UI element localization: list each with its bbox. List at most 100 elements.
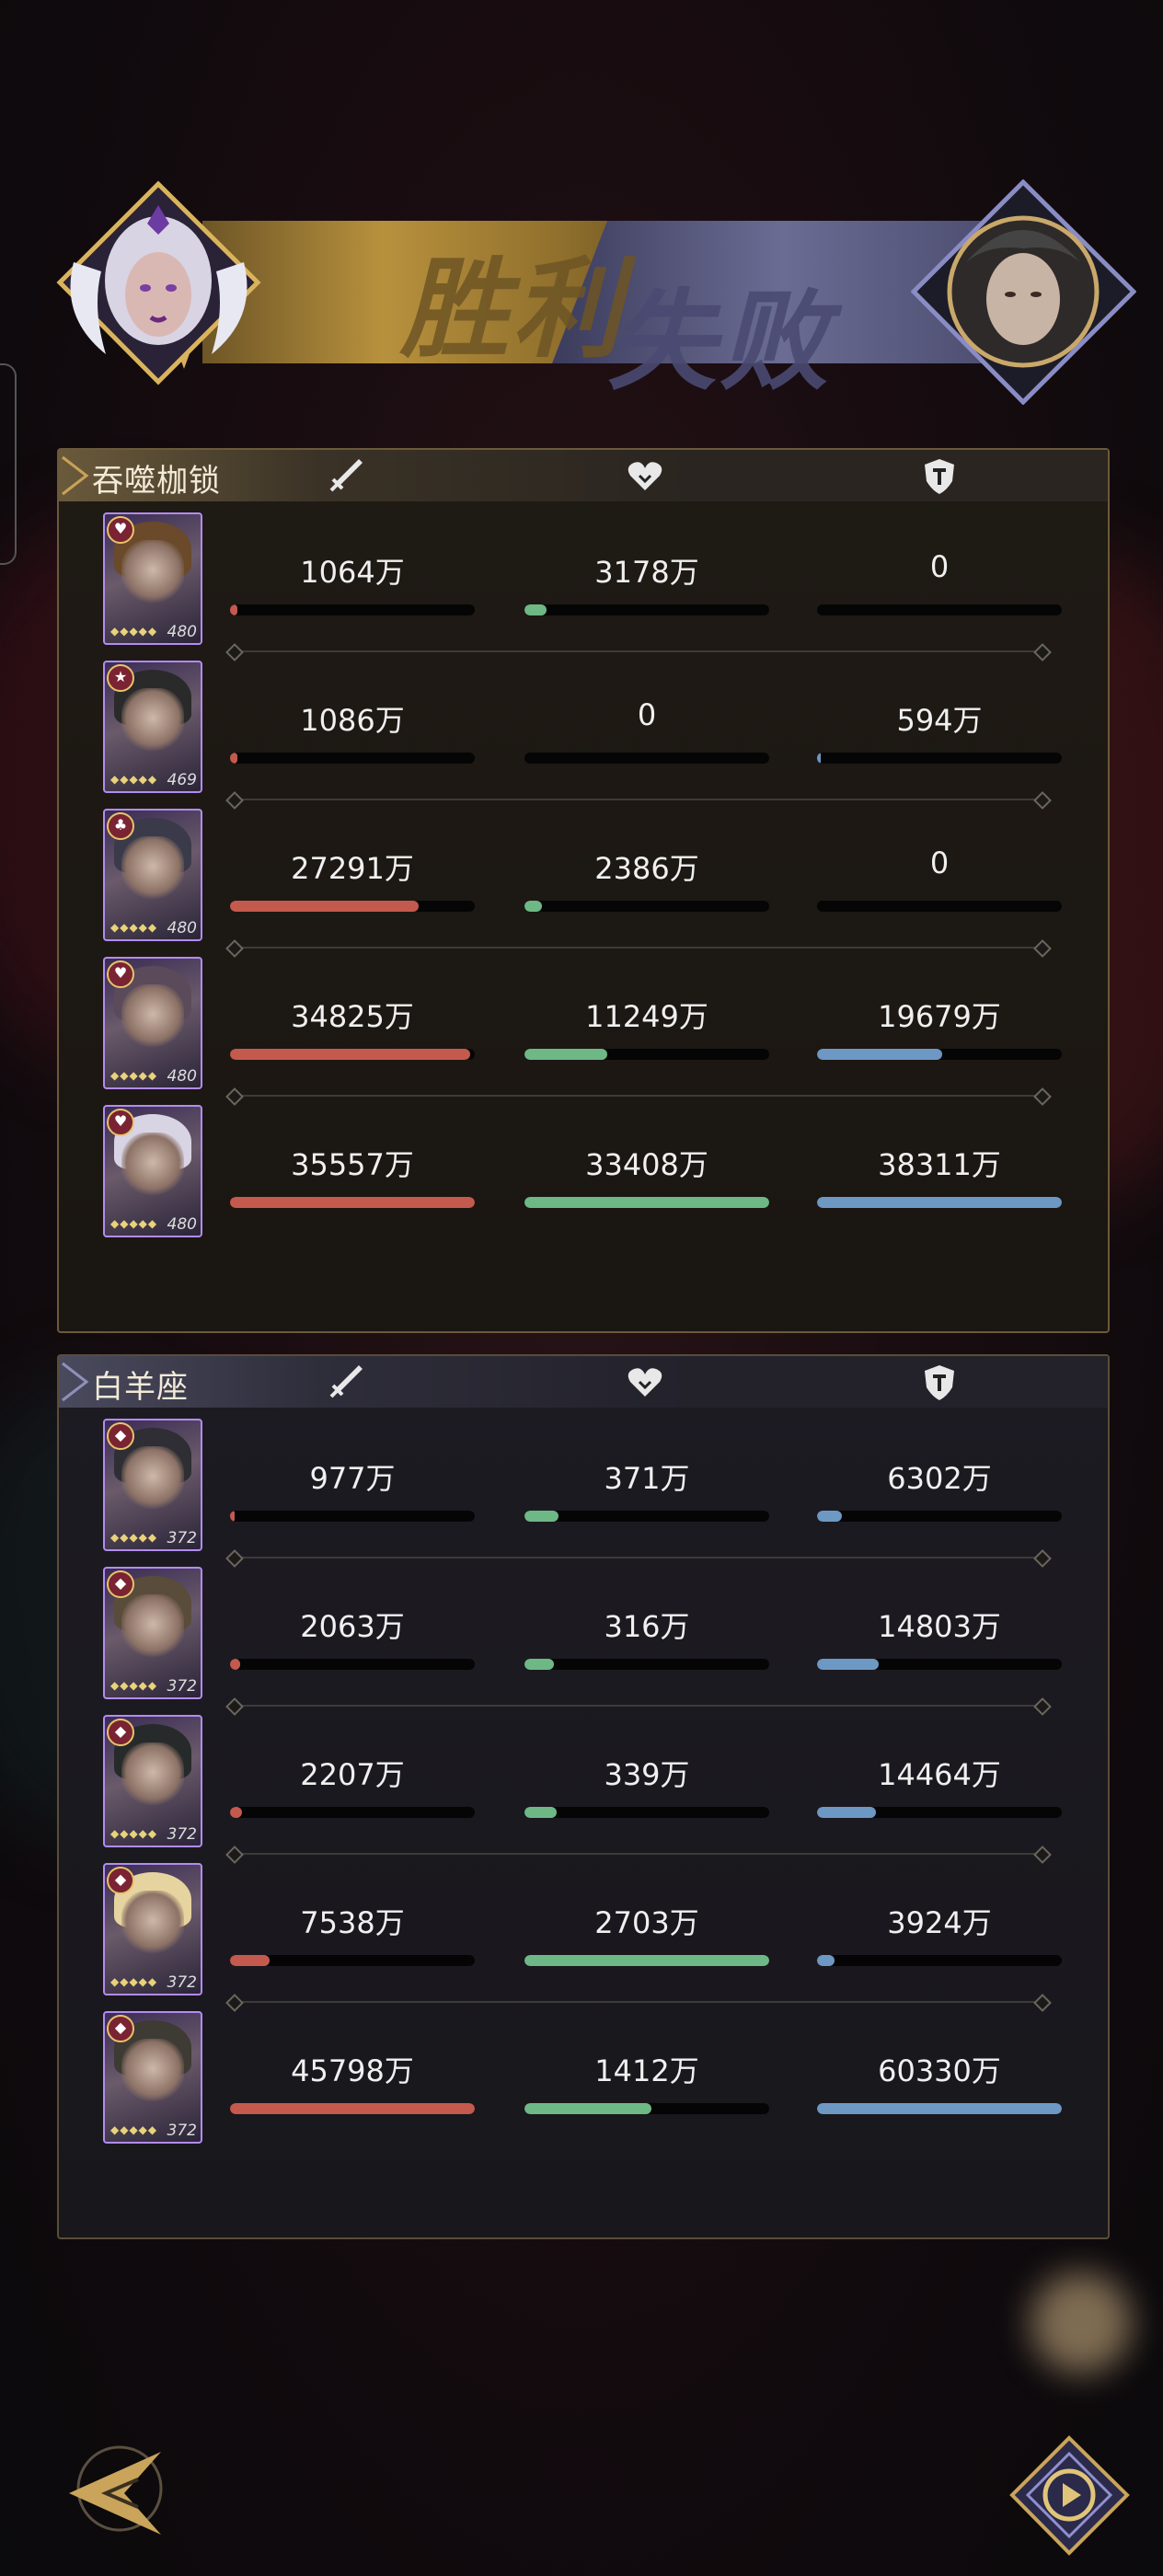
- hero-card[interactable]: ★ ◆◆◆◆◆ 469: [103, 661, 202, 793]
- back-arrow-icon[interactable]: [51, 2438, 175, 2544]
- shield-bar-fill: [817, 1955, 835, 1966]
- hero-stat-row: ♥ ◆◆◆◆◆ 480 1064万 3178万 0: [59, 507, 1108, 654]
- shield-bar-fill: [817, 1049, 942, 1060]
- hero-stat-row: ◆ ◆◆◆◆◆ 372 2207万 339万 14464万: [59, 1709, 1108, 1857]
- shield-value: 6302万: [887, 1461, 992, 1496]
- hero-level: 480: [167, 623, 197, 641]
- shield-icon: [925, 1365, 954, 1400]
- shield-bar: [817, 1659, 1062, 1670]
- team-panel-loser: 白羊座 ◆ ◆◆◆◆◆ 372 977万 371万 6302万 ◆ ◆◆◆◆◆ …: [57, 1354, 1110, 2239]
- shield-bar-fill: [817, 753, 821, 764]
- hero-card[interactable]: ♥ ◆◆◆◆◆ 480: [103, 1105, 202, 1237]
- damage-bar-fill: [230, 2103, 475, 2114]
- heart-icon: [628, 1368, 662, 1397]
- hero-star-rating: ◆◆◆◆◆: [110, 1531, 158, 1544]
- hero-card[interactable]: ◆ ◆◆◆◆◆ 372: [103, 1715, 202, 1847]
- hero-card[interactable]: ◆ ◆◆◆◆◆ 372: [103, 1419, 202, 1551]
- heal-bar: [524, 1049, 769, 1060]
- shield-bar: [817, 1955, 1062, 1966]
- shield-value: 594万: [896, 703, 983, 738]
- hero-face: [121, 984, 184, 1051]
- damage-bar-fill: [230, 1511, 236, 1522]
- hero-card[interactable]: ◆ ◆◆◆◆◆ 372: [103, 1863, 202, 1995]
- hero-stat-row: ♥ ◆◆◆◆◆ 480 34825万 11249万 19679万: [59, 951, 1108, 1098]
- row-divider: [234, 1557, 1043, 1558]
- hero-faction-badge: ★: [107, 664, 134, 692]
- hero-level: 480: [167, 1215, 197, 1234]
- damage-bar-fill: [230, 1807, 243, 1818]
- damage-bar: [230, 2103, 475, 2114]
- hero-stat-row: ◆ ◆◆◆◆◆ 372 2063万 316万 14803万: [59, 1561, 1108, 1708]
- hero-card[interactable]: ♣ ◆◆◆◆◆ 480: [103, 809, 202, 941]
- shield-bar: [817, 1807, 1062, 1818]
- hero-face: [121, 1891, 184, 1957]
- heal-bar-fill: [524, 1511, 559, 1522]
- heal-bar-fill: [524, 1197, 769, 1208]
- heart-icon: [628, 462, 662, 490]
- heal-value: 11249万: [585, 999, 708, 1034]
- damage-value: 2063万: [300, 1609, 405, 1644]
- hero-stat-row: ♣ ◆◆◆◆◆ 480 27291万 2386万 0: [59, 803, 1108, 950]
- hero-faction-badge: ◆: [107, 2015, 134, 2042]
- damage-bar: [230, 1511, 475, 1522]
- side-drawer-handle[interactable]: [0, 363, 17, 565]
- shield-value: 14464万: [878, 1757, 1001, 1792]
- hero-level: 480: [167, 1067, 197, 1086]
- hero-face: [121, 1594, 184, 1661]
- header-corner-ornament: [62, 1362, 89, 1402]
- heal-value: 1412万: [594, 2053, 699, 2088]
- shield-value: 0: [929, 845, 950, 880]
- shield-value: 14803万: [878, 1609, 1001, 1644]
- damage-bar: [230, 1955, 475, 1966]
- hero-stat-row: ◆ ◆◆◆◆◆ 372 977万 371万 6302万: [59, 1413, 1108, 1560]
- heal-value: 2386万: [594, 851, 699, 886]
- hero-card[interactable]: ◆ ◆◆◆◆◆ 372: [103, 1567, 202, 1699]
- team-header: 吞噬枷锁: [59, 450, 1108, 501]
- heal-bar-fill: [524, 2103, 652, 2114]
- damage-bar-fill: [230, 753, 237, 764]
- damage-value: 1064万: [300, 555, 405, 590]
- hero-card[interactable]: ♥ ◆◆◆◆◆ 480: [103, 512, 202, 645]
- damage-bar: [230, 1049, 475, 1060]
- hero-star-rating: ◆◆◆◆◆: [110, 625, 158, 638]
- hero-card[interactable]: ♥ ◆◆◆◆◆ 480: [103, 957, 202, 1089]
- hero-face: [121, 836, 184, 903]
- winner-avatar[interactable]: [55, 179, 262, 386]
- hero-stat-row: ★ ◆◆◆◆◆ 469 1086万 0 594万: [59, 655, 1108, 802]
- damage-bar-fill: [230, 1049, 470, 1060]
- hero-level: 480: [167, 919, 197, 937]
- hero-face: [121, 2039, 184, 2105]
- shield-value: 0: [929, 549, 950, 584]
- shield-value: 3924万: [887, 1905, 992, 1940]
- hero-level: 372: [167, 1677, 197, 1696]
- damage-value: 977万: [309, 1461, 396, 1496]
- shield-value: 38311万: [878, 1147, 1001, 1182]
- shield-bar: [817, 604, 1062, 615]
- damage-value: 35557万: [291, 1147, 414, 1182]
- heal-bar: [524, 1955, 769, 1966]
- team-name: 白羊座: [92, 1369, 189, 1406]
- team-name: 吞噬枷锁: [92, 463, 221, 500]
- row-divider: [234, 1853, 1043, 1855]
- damage-bar: [230, 901, 475, 912]
- hero-stat-row: ◆ ◆◆◆◆◆ 372 45798万 1412万 60330万: [59, 2006, 1108, 2153]
- shield-bar: [817, 753, 1062, 764]
- row-divider: [234, 650, 1043, 652]
- hero-star-rating: ◆◆◆◆◆: [110, 1069, 158, 1082]
- hero-star-rating: ◆◆◆◆◆: [110, 773, 158, 786]
- hero-faction-badge: ◆: [107, 1570, 134, 1598]
- loser-avatar[interactable]: [911, 179, 1136, 405]
- hero-star-rating: ◆◆◆◆◆: [110, 1975, 158, 1988]
- hero-faction-badge: ◆: [107, 1867, 134, 1894]
- shield-bar-fill: [817, 1659, 879, 1670]
- heal-bar: [524, 1197, 769, 1208]
- heal-value: 371万: [604, 1461, 690, 1496]
- shield-bar: [817, 1511, 1062, 1522]
- hero-face: [121, 688, 184, 754]
- hero-level: 372: [167, 2122, 197, 2140]
- hero-card[interactable]: ◆ ◆◆◆◆◆ 372: [103, 2011, 202, 2144]
- heal-value: 2703万: [594, 1905, 699, 1940]
- shield-value: 60330万: [878, 2053, 1001, 2088]
- defeat-label: 失败: [607, 277, 833, 405]
- replay-icon[interactable]: [1008, 2433, 1132, 2558]
